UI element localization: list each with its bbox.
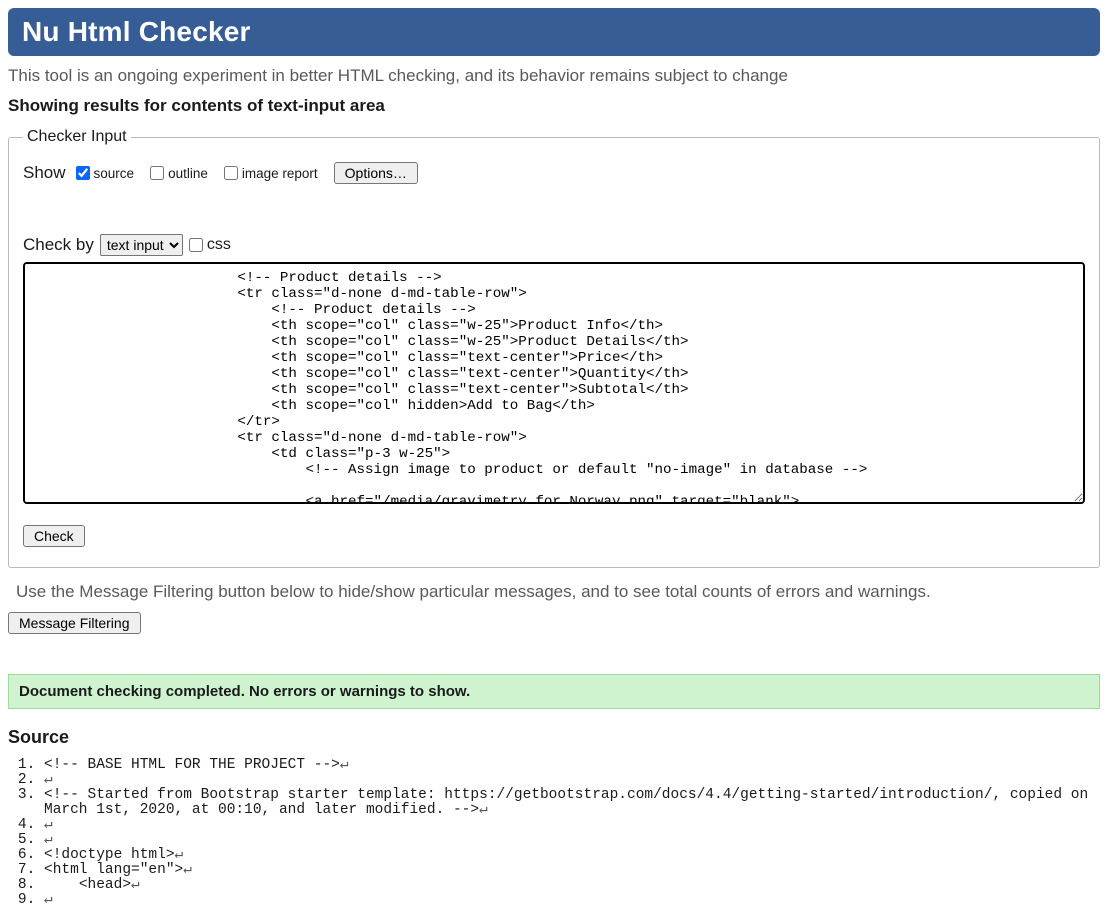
source-textarea[interactable] — [23, 262, 1085, 504]
source-line: <!doctype html>↵ — [44, 848, 1100, 863]
options-button[interactable]: Options… — [334, 162, 418, 184]
checker-input-legend: Checker Input — [23, 128, 131, 146]
image-report-checkbox[interactable] — [224, 166, 238, 180]
newline-icon: ↵ — [44, 832, 53, 848]
source-listing: <!-- BASE HTML FOR THE PROJECT -->↵↵<!--… — [8, 758, 1100, 908]
check-button[interactable]: Check — [23, 525, 85, 547]
results-for-heading: Showing results for contents of text-inp… — [8, 96, 1100, 116]
success-message: Document checking completed. No errors o… — [8, 674, 1100, 709]
outline-option[interactable]: outline — [150, 166, 208, 181]
source-option[interactable]: source — [76, 166, 135, 181]
source-line: ↵ — [44, 818, 1100, 833]
source-line: ↵ — [44, 833, 1100, 848]
source-line: <html lang="en">↵ — [44, 863, 1100, 878]
source-line: <!-- BASE HTML FOR THE PROJECT -->↵ — [44, 758, 1100, 773]
newline-icon: ↵ — [175, 847, 184, 863]
page-title: Nu Html Checker — [22, 16, 1086, 48]
filter-instructions: Use the Message Filtering button below t… — [16, 582, 1100, 602]
show-label: Show — [23, 163, 66, 183]
newline-icon: ↵ — [479, 802, 488, 818]
image-report-checkbox-label: image report — [242, 166, 318, 181]
image-report-option[interactable]: image report — [224, 166, 318, 181]
intro-text: This tool is an ongoing experiment in be… — [8, 66, 1100, 86]
source-line: ↵ — [44, 773, 1100, 788]
outline-checkbox[interactable] — [150, 166, 164, 180]
show-options-row: Show source outline image report Options… — [23, 162, 1085, 184]
source-heading: Source — [8, 727, 1100, 748]
source-line: <head>↵ — [44, 878, 1100, 893]
source-checkbox-label: source — [94, 166, 135, 181]
newline-icon: ↵ — [131, 877, 140, 893]
newline-icon: ↵ — [183, 862, 192, 878]
newline-icon: ↵ — [44, 892, 53, 908]
check-by-select[interactable]: text input — [100, 234, 183, 256]
newline-icon: ↵ — [44, 772, 53, 788]
css-option[interactable]: css — [189, 236, 231, 254]
outline-checkbox-label: outline — [168, 166, 208, 181]
checker-input-fieldset: Checker Input Show source outline image … — [8, 128, 1100, 568]
check-by-row: Check by text input css — [23, 234, 1085, 256]
source-line: <!-- Started from Bootstrap starter temp… — [44, 788, 1100, 818]
message-filtering-button[interactable]: Message Filtering — [8, 612, 141, 634]
page-banner: Nu Html Checker — [8, 8, 1100, 56]
css-checkbox-label: css — [207, 236, 231, 254]
newline-icon: ↵ — [44, 817, 53, 833]
check-by-label: Check by — [23, 235, 94, 255]
newline-icon: ↵ — [340, 757, 349, 773]
source-line: ↵ — [44, 893, 1100, 908]
css-checkbox[interactable] — [189, 238, 203, 252]
source-checkbox[interactable] — [76, 166, 90, 180]
